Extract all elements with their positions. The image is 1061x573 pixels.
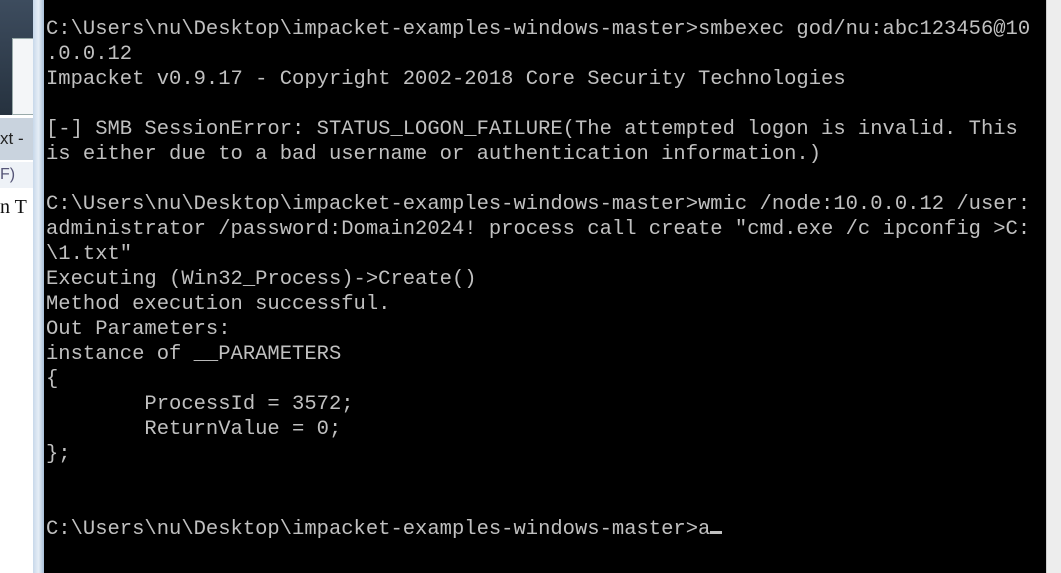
console-line: .0.0.12 [46, 43, 133, 66]
console-line: ReturnValue = 0; [46, 418, 342, 441]
console-window[interactable]: C:\Users\nu\Desktop\impacket-examples-wi… [44, 0, 1046, 573]
console-line: C:\Users\nu\Desktop\impacket-examples-wi… [46, 193, 1031, 216]
console-line: administrator /password:Domain2024! proc… [46, 218, 1031, 241]
console-line: ProcessId = 3572; [46, 393, 354, 416]
console-line: instance of __PARAMETERS [46, 343, 342, 366]
console-line: Executing (Win32_Process)->Create() [46, 268, 477, 291]
console-line: Impacket v0.9.17 - Copyright 2002-2018 C… [46, 68, 846, 91]
console-line: Out Parameters: [46, 318, 231, 341]
console-output: C:\Users\nu\Desktop\impacket-examples-wi… [46, 17, 1030, 542]
console-window-frame [33, 0, 44, 573]
console-line: is either due to a bad username or authe… [46, 143, 822, 166]
background-window-text: n T [0, 196, 27, 218]
console-line: { [46, 368, 59, 391]
console-scrollbar[interactable] [1046, 0, 1061, 573]
console-line: Method execution successful. [46, 293, 391, 316]
background-window-top [0, 0, 36, 115]
console-line: \1.txt" [46, 243, 133, 266]
console-line: [-] SMB SessionError: STATUS_LOGON_FAILU… [46, 118, 1018, 141]
console-history: C:\Users\nu\Desktop\impacket-examples-wi… [46, 18, 1030, 466]
background-window-menu[interactable]: F) [0, 162, 34, 188]
background-window-title: xt - [0, 118, 34, 160]
console-line: C:\Users\nu\Desktop\impacket-examples-wi… [46, 18, 1031, 41]
background-notepad-window[interactable]: xt - F) n T [0, 0, 36, 573]
console-input[interactable]: a [698, 518, 710, 541]
console-line: }; [46, 443, 71, 466]
console-prompt: C:\Users\nu\Desktop\impacket-examples-wi… [46, 518, 699, 541]
text-cursor [710, 531, 723, 534]
